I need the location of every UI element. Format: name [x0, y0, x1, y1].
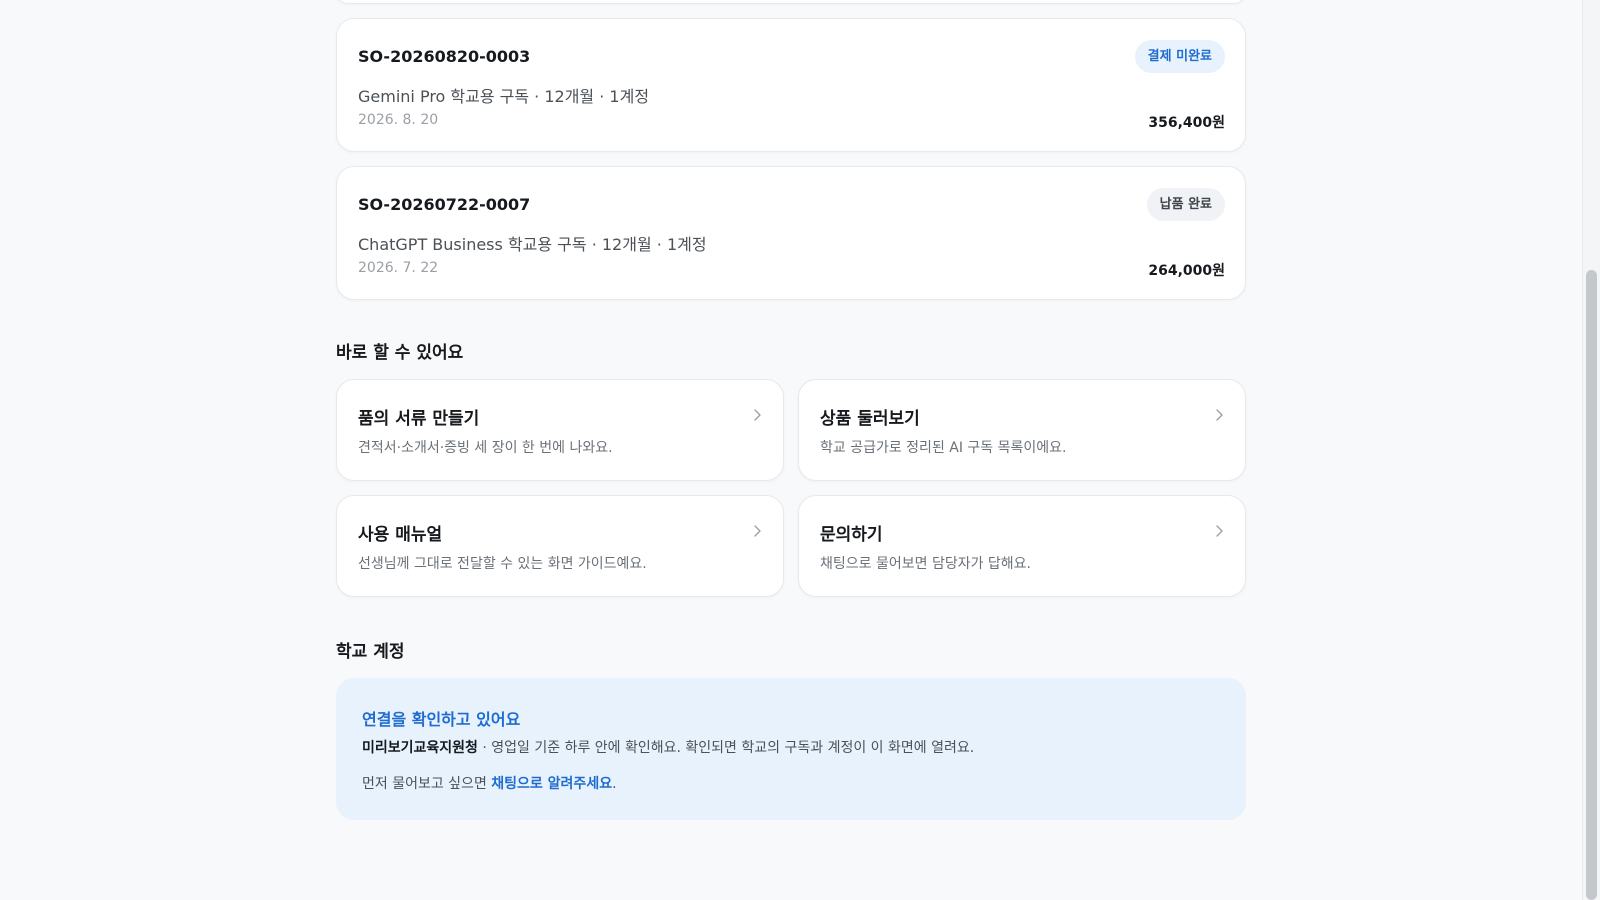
chat-prompt-suffix: .	[612, 776, 617, 792]
order-amount: 264,000원	[1148, 263, 1225, 279]
action-card-contact[interactable]: 문의하기 채팅으로 물어보면 담당자가 답해요.	[798, 495, 1246, 597]
order-amount: 356,400원	[1148, 115, 1225, 131]
order-description: ChatGPT Business 학교용 구독 · 12개월 · 1계정	[358, 235, 707, 254]
chevron-right-icon	[1216, 409, 1223, 421]
chevron-right-icon	[754, 409, 761, 421]
action-title: 사용 매뉴얼	[358, 525, 443, 545]
chat-prompt-prefix: 먼저 물어보고 싶으면	[362, 776, 492, 792]
previous-order-card[interactable]	[336, 0, 1246, 4]
organization-name: 미리보기교육지원청	[362, 740, 478, 756]
action-description: 견적서·소개서·증빙 세 장이 한 번에 나와요.	[358, 440, 613, 456]
school-account-heading: 학교 계정	[336, 642, 405, 662]
order-id: SO-20260820-0003	[358, 47, 531, 66]
status-badge: 결제 미완료	[1134, 40, 1225, 73]
quick-actions-heading: 바로 할 수 있어요	[336, 343, 464, 363]
notice-chat-prompt: 먼저 물어보고 싶으면 채팅으로 알려주세요.	[362, 773, 617, 793]
action-description: 선생님께 그대로 전달할 수 있는 화면 가이드예요.	[358, 556, 647, 572]
order-description: Gemini Pro 학교용 구독 · 12개월 · 1계정	[358, 87, 650, 106]
action-description: 채팅으로 물어보면 담당자가 답해요.	[820, 556, 1031, 572]
action-card-create-documents[interactable]: 품의 서류 만들기 견적서·소개서·증빙 세 장이 한 번에 나와요.	[336, 379, 784, 481]
status-badge: 납품 완료	[1146, 188, 1225, 221]
order-card[interactable]: SO-20260820-0003 결제 미완료 Gemini Pro 학교용 구…	[336, 18, 1246, 152]
chat-link[interactable]: 채팅으로 알려주세요	[491, 776, 612, 792]
notice-description-text: · 영업일 기준 하루 안에 확인해요. 확인되면 학교의 구독과 계정이 이 …	[477, 740, 975, 756]
action-title: 품의 서류 만들기	[358, 409, 480, 429]
notice-description: 미리보기교육지원청 · 영업일 기준 하루 안에 확인해요. 확인되면 학교의 …	[362, 737, 974, 757]
order-date: 2026. 7. 22	[358, 260, 439, 276]
account-connection-notice: 연결을 확인하고 있어요 미리보기교육지원청 · 영업일 기준 하루 안에 확인…	[336, 678, 1246, 820]
order-card[interactable]: SO-20260722-0007 납품 완료 ChatGPT Business …	[336, 166, 1246, 300]
order-date: 2026. 8. 20	[358, 112, 439, 128]
chevron-right-icon	[1216, 525, 1223, 537]
action-card-browse-products[interactable]: 상품 둘러보기 학교 공급가로 정리된 AI 구독 목록이에요.	[798, 379, 1246, 481]
action-card-user-manual[interactable]: 사용 매뉴얼 선생님께 그대로 전달할 수 있는 화면 가이드예요.	[336, 495, 784, 597]
chevron-right-icon	[754, 525, 761, 537]
action-description: 학교 공급가로 정리된 AI 구독 목록이에요.	[820, 440, 1067, 456]
scrollbar[interactable]	[1582, 0, 1600, 900]
action-title: 상품 둘러보기	[820, 409, 920, 429]
order-id: SO-20260722-0007	[358, 195, 531, 214]
action-title: 문의하기	[820, 525, 883, 545]
page: SO-20260820-0003 결제 미완료 Gemini Pro 학교용 구…	[0, 0, 1600, 900]
scrollbar-thumb[interactable]	[1586, 270, 1597, 900]
notice-title: 연결을 확인하고 있어요	[362, 710, 521, 729]
